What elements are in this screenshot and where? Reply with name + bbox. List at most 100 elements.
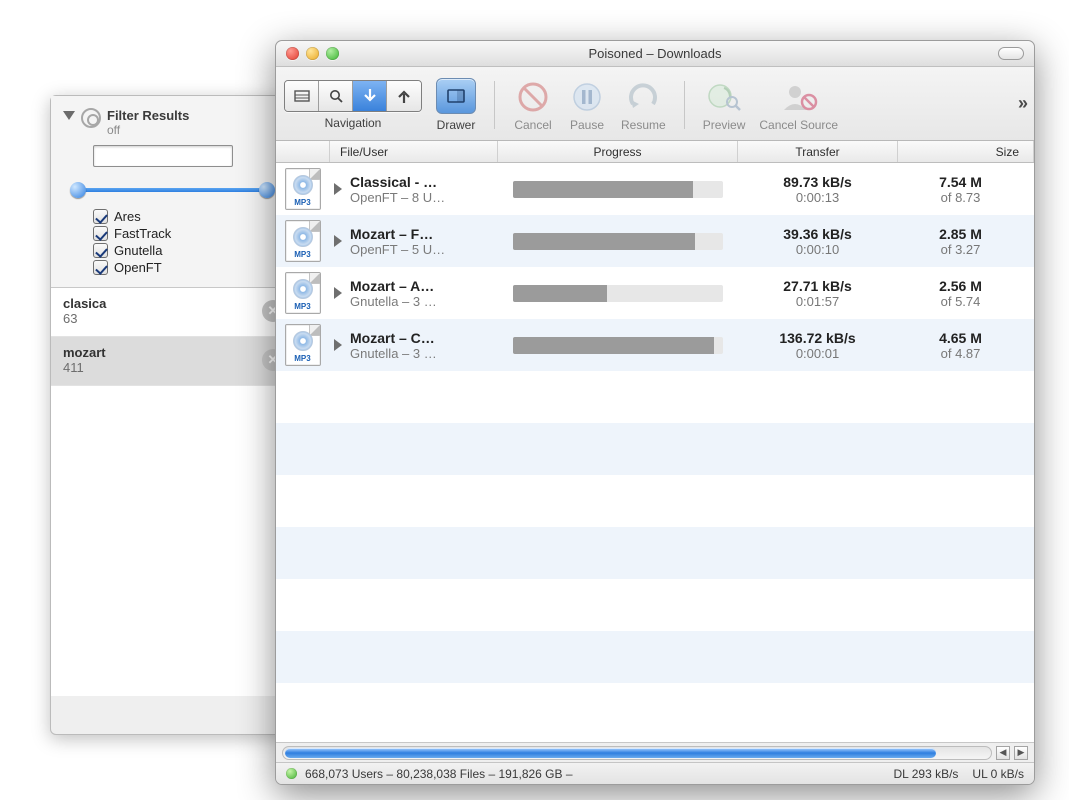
cancel-button[interactable]: Cancel xyxy=(513,78,553,132)
size-total: of 4.87 xyxy=(941,346,981,361)
empty-row xyxy=(276,631,1034,683)
network-checkbox-row[interactable]: OpenFT xyxy=(93,260,282,275)
transfer-time: 0:01:57 xyxy=(796,294,839,309)
scroll-left-icon[interactable]: ◀ xyxy=(996,746,1010,760)
network-checkbox-row[interactable]: Ares xyxy=(93,209,282,224)
nav-library-button[interactable] xyxy=(285,81,319,111)
progress-bar xyxy=(513,233,723,250)
filter-input[interactable] xyxy=(93,145,233,167)
search-item[interactable]: clasica63✕ xyxy=(51,288,294,337)
cancel-source-button[interactable]: Cancel Source xyxy=(759,78,838,132)
search-count: 63 xyxy=(63,311,106,326)
checkbox-checked-icon[interactable] xyxy=(93,209,108,224)
size-value: 4.65 M xyxy=(939,330,982,346)
status-dot-icon xyxy=(286,768,297,779)
checkbox-checked-icon[interactable] xyxy=(93,226,108,241)
status-dl: DL 293 kB/s xyxy=(894,767,959,781)
progress-bar xyxy=(513,285,723,302)
transfer-rate: 136.72 kB/s xyxy=(779,330,855,346)
drawer-label: Drawer xyxy=(437,118,476,132)
cancel-icon xyxy=(513,78,553,116)
nav-downloads-button[interactable] xyxy=(353,81,387,111)
resume-icon xyxy=(623,78,663,116)
transfer-time: 0:00:13 xyxy=(796,190,839,205)
preview-button[interactable]: Preview xyxy=(703,78,746,132)
toolbar-overflow-icon[interactable]: » xyxy=(1018,93,1026,114)
search-count: 411 xyxy=(63,360,106,375)
checkbox-checked-icon[interactable] xyxy=(93,243,108,258)
transfer-rate: 27.71 kB/s xyxy=(783,278,852,294)
progress-bar xyxy=(513,337,723,354)
navigation-label: Navigation xyxy=(325,116,382,130)
search-name: clasica xyxy=(63,296,106,311)
download-row[interactable]: Mozart – F…OpenFT – 5 U…39.36 kB/s0:00:1… xyxy=(276,215,1034,267)
disclosure-triangle-icon[interactable] xyxy=(334,339,342,351)
navigation-segment xyxy=(284,80,422,112)
empty-row xyxy=(276,527,1034,579)
empty-row xyxy=(276,579,1034,631)
download-row[interactable]: Classical - …OpenFT – 8 U…89.73 kB/s0:00… xyxy=(276,163,1034,215)
nav-search-button[interactable] xyxy=(319,81,353,111)
toolbar-toggle-pill[interactable] xyxy=(998,47,1024,60)
search-name: mozart xyxy=(63,345,106,360)
network-checkbox-row[interactable]: Gnutella xyxy=(93,243,282,258)
empty-row xyxy=(276,423,1034,475)
mp3-file-icon xyxy=(285,272,321,314)
file-name: Classical - … xyxy=(350,174,445,190)
horizontal-scrollbar[interactable]: ◀ ▶ xyxy=(276,742,1034,762)
empty-row xyxy=(276,475,1034,527)
network-label: Gnutella xyxy=(114,243,162,258)
network-label: FastTrack xyxy=(114,226,171,241)
statusbar: 668,073 Users – 80,238,038 Files – 191,8… xyxy=(276,762,1034,784)
toolbar: Navigation Drawer Cancel Pause Res xyxy=(276,67,1034,141)
checkbox-checked-icon[interactable] xyxy=(93,260,108,275)
transfer-time: 0:00:01 xyxy=(796,346,839,361)
file-source: Gnutella – 3 … xyxy=(350,294,437,309)
size-value: 2.56 M xyxy=(939,278,982,294)
titlebar[interactable]: Poisoned – Downloads xyxy=(276,41,1034,67)
filter-panel: Filter Results off Ares FastTrack Gnutella… xyxy=(51,96,294,288)
mp3-file-icon xyxy=(285,324,321,366)
cancel-source-icon xyxy=(779,78,819,116)
col-icon[interactable] xyxy=(276,141,330,162)
pause-icon xyxy=(567,78,607,116)
toolbar-separator xyxy=(684,81,685,129)
disclosure-triangle-icon[interactable] xyxy=(334,287,342,299)
download-row[interactable]: Mozart – C…Gnutella – 3 …136.72 kB/s0:00… xyxy=(276,319,1034,371)
pause-button[interactable]: Pause xyxy=(567,78,607,132)
size-total: of 5.74 xyxy=(941,294,981,309)
col-size[interactable]: Size xyxy=(898,141,1034,162)
mp3-file-icon xyxy=(285,168,321,210)
disclosure-triangle-icon[interactable] xyxy=(334,183,342,195)
size-total: of 3.27 xyxy=(941,242,981,257)
network-label: Ares xyxy=(114,209,141,224)
scroll-right-icon[interactable]: ▶ xyxy=(1014,746,1028,760)
preview-icon xyxy=(704,78,744,116)
window-title: Poisoned – Downloads xyxy=(276,46,1034,61)
search-item[interactable]: mozart411✕ xyxy=(51,337,294,386)
disclosure-triangle-icon[interactable] xyxy=(63,111,75,120)
col-progress[interactable]: Progress xyxy=(498,141,738,162)
size-total: of 8.73 xyxy=(941,190,981,205)
transfer-rate: 39.36 kB/s xyxy=(783,226,852,242)
download-row[interactable]: Mozart – A…Gnutella – 3 …27.71 kB/s0:01:… xyxy=(276,267,1034,319)
main-window: Poisoned – Downloads Navigation xyxy=(275,40,1035,785)
size-value: 2.85 M xyxy=(939,226,982,242)
target-icon xyxy=(81,108,101,128)
filter-slider[interactable] xyxy=(77,181,268,199)
status-ul: UL 0 kB/s xyxy=(972,767,1024,781)
filter-subtitle: off xyxy=(107,123,189,137)
col-transfer[interactable]: Transfer xyxy=(738,141,898,162)
search-list: clasica63✕mozart411✕ xyxy=(51,288,294,696)
col-file[interactable]: File/User xyxy=(330,141,498,162)
disclosure-triangle-icon[interactable] xyxy=(334,235,342,247)
filter-drawer: Filter Results off Ares FastTrack Gnutella… xyxy=(50,95,295,735)
nav-uploads-button[interactable] xyxy=(387,81,421,111)
filter-title: Filter Results xyxy=(107,108,189,123)
size-value: 7.54 M xyxy=(939,174,982,190)
drawer-button[interactable] xyxy=(436,78,476,114)
network-checkbox-row[interactable]: FastTrack xyxy=(93,226,282,241)
resume-button[interactable]: Resume xyxy=(621,78,666,132)
file-name: Mozart – C… xyxy=(350,330,437,346)
file-name: Mozart – F… xyxy=(350,226,445,242)
